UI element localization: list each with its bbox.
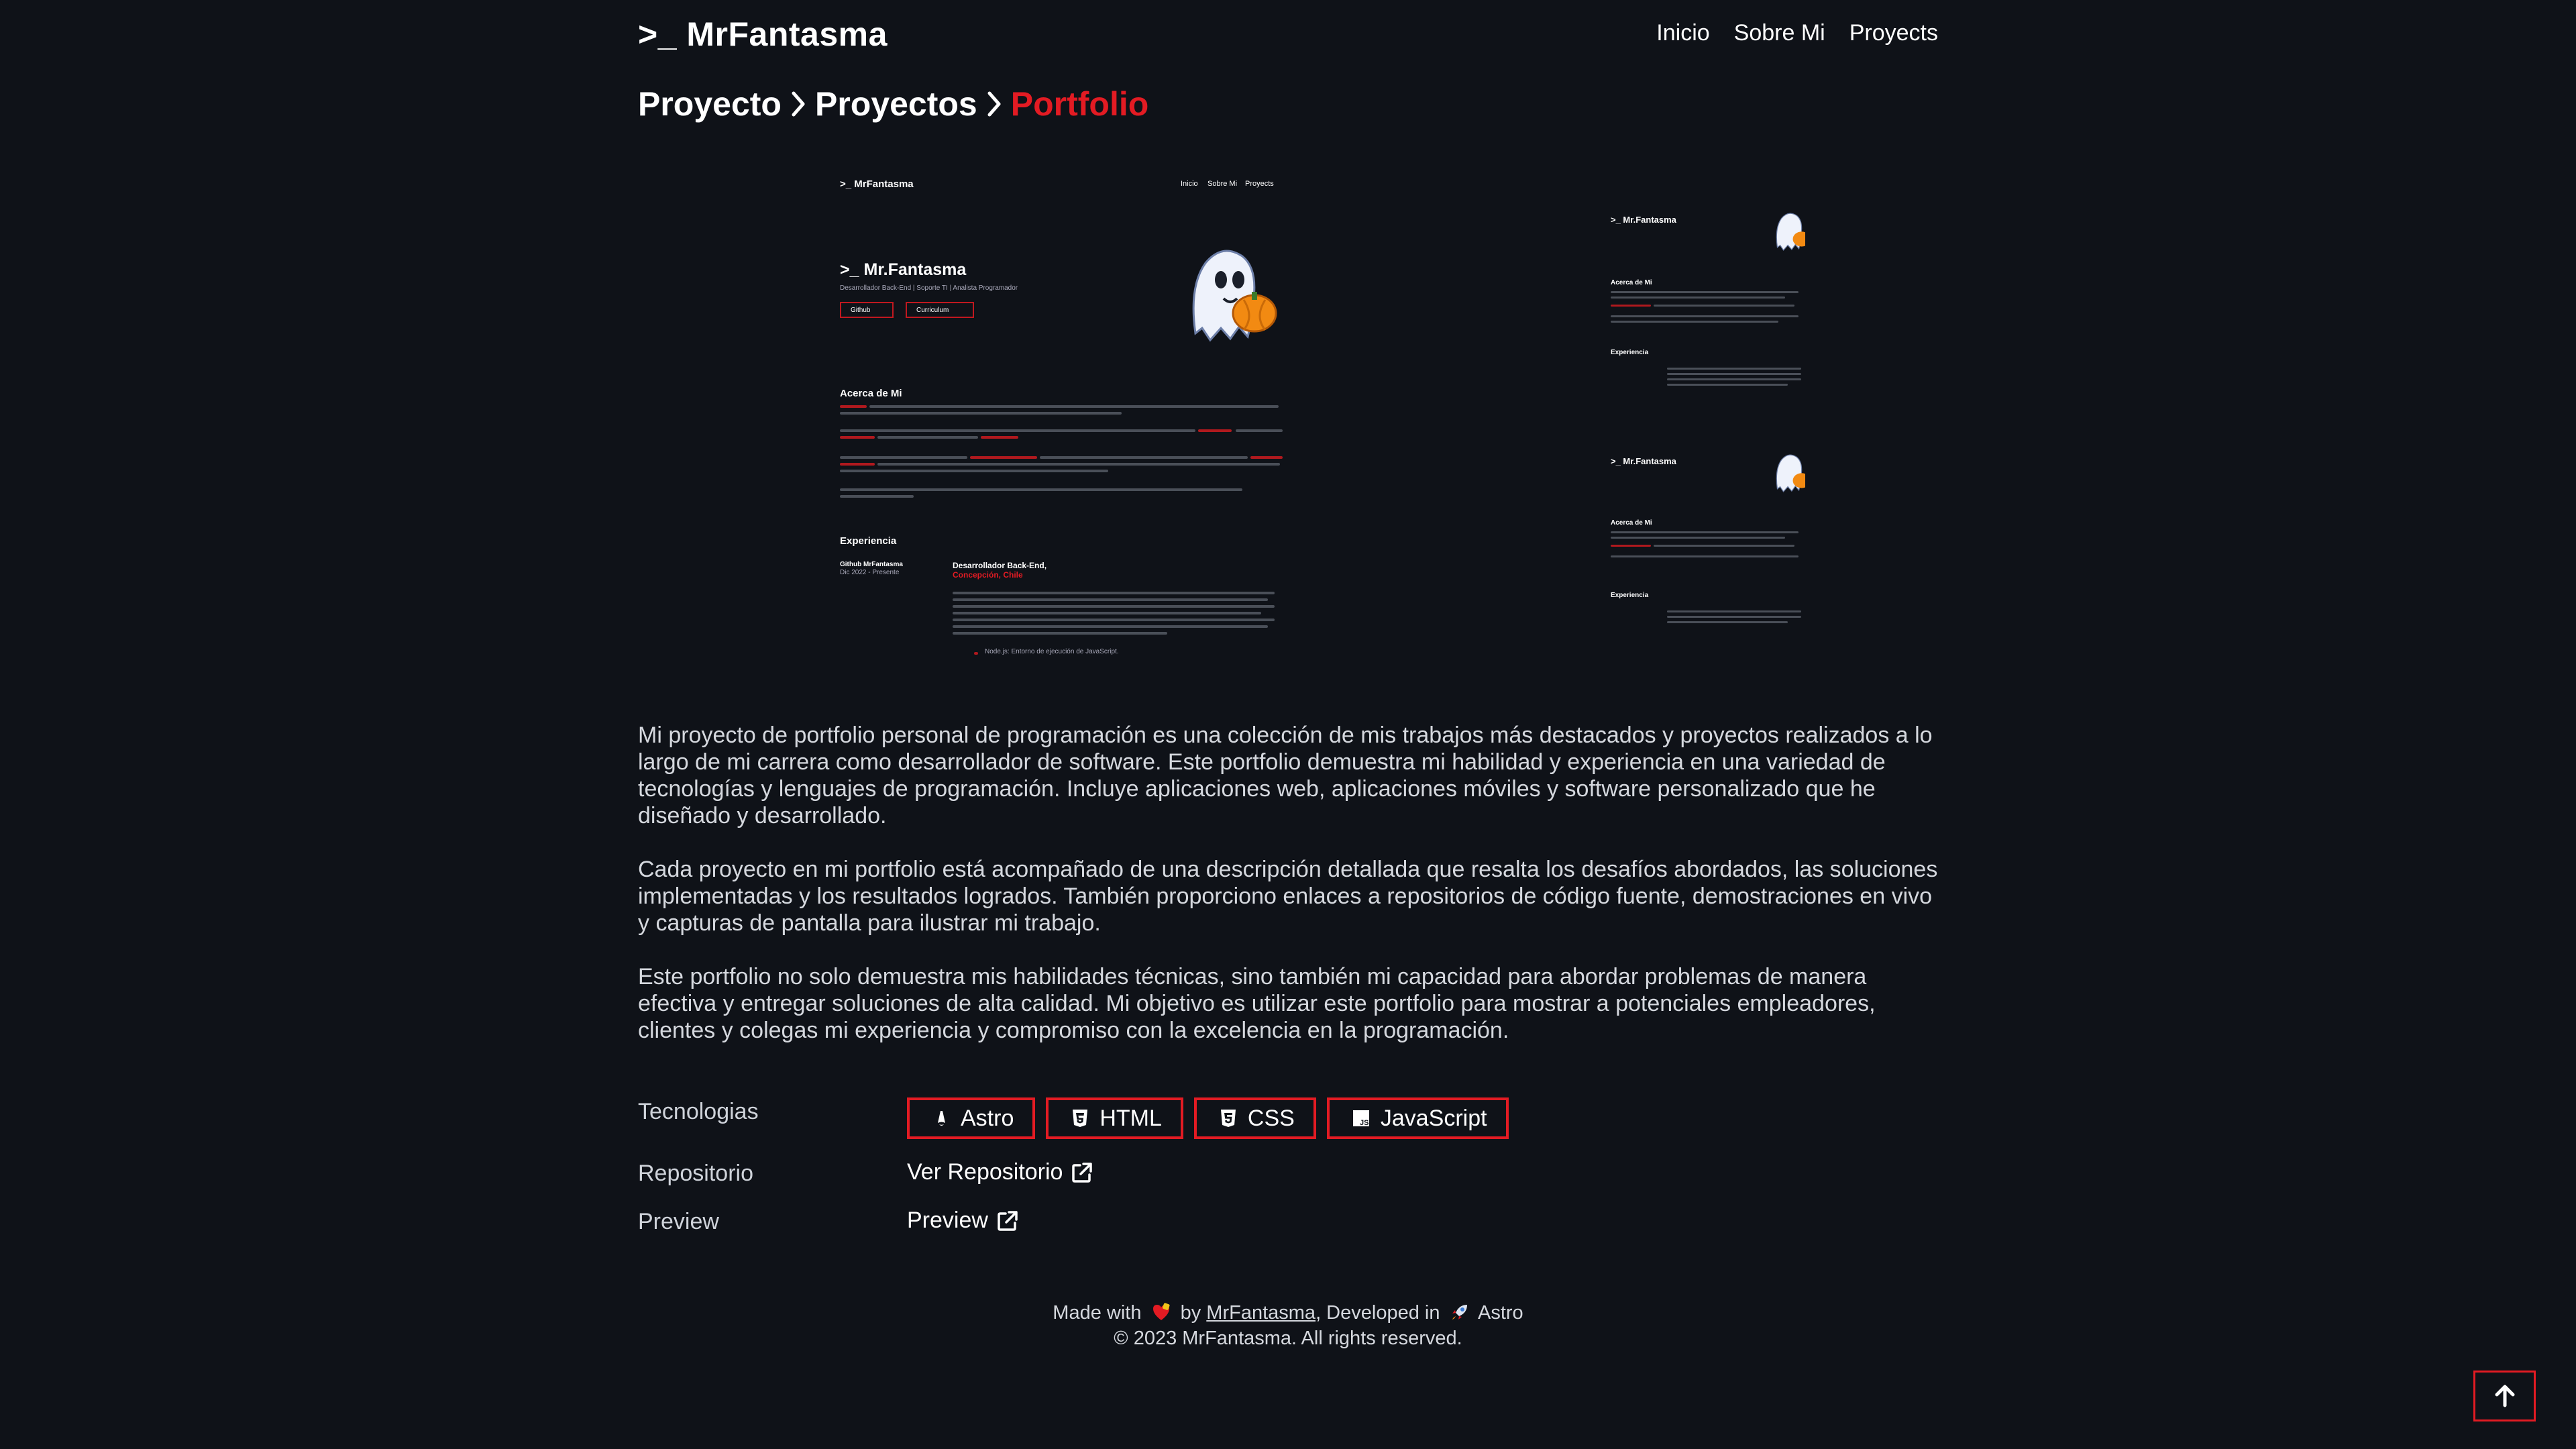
html5-icon <box>1073 1110 1088 1127</box>
site-logo[interactable]: >_ MrFantasma <box>638 15 888 54</box>
preview-role: Desarrollador Back-End, <box>953 561 1047 570</box>
site-header: >_ MrFantasma Inicio Sobre Mi Proyects <box>638 15 1938 55</box>
preview-github-button: Github <box>840 302 894 318</box>
footer-author-link[interactable]: MrFantasma <box>1206 1302 1316 1324</box>
preview-mobile-experience-2: Experiencia <box>1611 592 1649 599</box>
svg-text:JS: JS <box>1360 1119 1368 1127</box>
footer-copyright: © 2023 MrFantasma. All rights reserved. <box>1114 1328 1462 1349</box>
heart-icon <box>1152 1303 1170 1320</box>
description-paragraph: Cada proyecto en mi portfolio está acomp… <box>638 857 1938 936</box>
description-paragraph: Este portfolio no solo demuestra mis hab… <box>638 964 1876 1043</box>
preview-period: Dic 2022 - Presente <box>840 569 900 576</box>
back-to-top-button[interactable] <box>2473 1371 2536 1421</box>
ghost-pumpkin-icon <box>1776 213 1805 251</box>
ghost-pumpkin-icon <box>1776 454 1805 492</box>
preview-experience-title: Experiencia <box>840 535 897 547</box>
javascript-icon: JS <box>1352 1110 1369 1127</box>
preview-name: >_ Mr.Fantasma <box>840 260 967 279</box>
preview-label: Preview <box>638 1209 719 1234</box>
breadcrumb-current: Portfolio <box>1010 85 1149 123</box>
tech-badge-javascript[interactable]: JS JavaScript <box>1326 1097 1509 1139</box>
tech-badge-astro[interactable]: Astro <box>907 1097 1036 1139</box>
preview-mobile-name-1: >_ Mr.Fantasma <box>1611 215 1676 225</box>
preview-mobile-name-2: >_ Mr.Fantasma <box>1611 456 1676 466</box>
preview-nav-inicio: Inicio <box>1181 180 1198 188</box>
description-paragraph: Mi proyecto de portfolio personal de pro… <box>638 722 1933 828</box>
preview-subtitle: Desarrollador Back-End | Soporte TI | An… <box>840 284 1018 292</box>
nav-link-sobre-mi[interactable]: Sobre Mi <box>1734 20 1825 46</box>
breadcrumb-item-proyecto[interactable]: Proyecto <box>638 85 782 123</box>
preview-logo: >_ MrFantasma <box>840 178 914 190</box>
preview-about-title: Acerca de Mi <box>840 388 902 399</box>
preview-link-label: Preview <box>907 1208 988 1233</box>
preview-curriculum-button: Curriculum <box>906 302 974 318</box>
preview-nav-proyects: Proyects <box>1245 180 1274 188</box>
footer-by: by <box>1180 1302 1201 1324</box>
preview-mobile-about-2: Acerca de Mi <box>1611 519 1652 527</box>
repository-link-label: Ver Repositorio <box>907 1159 1063 1185</box>
footer-framework: Astro <box>1478 1302 1523 1324</box>
main-nav: Inicio Sobre Mi Proyects <box>1656 20 1938 46</box>
preview-location: Concepción, Chile <box>953 570 1023 580</box>
tech-label: JavaScript <box>1380 1105 1487 1131</box>
footer-made-with: Made with <box>1053 1302 1142 1324</box>
ghost-pumpkin-icon <box>1192 250 1277 342</box>
footer-credits: Made with by MrFantasma, Developed in As… <box>638 1300 1938 1326</box>
breadcrumb-item-proyectos[interactable]: Proyectos <box>815 85 977 123</box>
site-footer: Made with by MrFantasma, Developed in As… <box>638 1300 1938 1351</box>
preview-nav-sobre-mi: Sobre Mi <box>1208 180 1238 188</box>
astro-icon <box>938 1111 945 1126</box>
repository-link[interactable]: Ver Repositorio <box>907 1159 1093 1185</box>
repository-label: Repositorio <box>638 1161 753 1186</box>
nav-link-proyects[interactable]: Proyects <box>1849 20 1938 46</box>
arrow-up-icon <box>2495 1385 2514 1407</box>
technologies-list: Astro HTML CSS JS JavaScript <box>907 1097 1509 1139</box>
project-description: Mi proyecto de portfolio personal de pro… <box>638 722 1938 1071</box>
nav-link-inicio[interactable]: Inicio <box>1656 20 1709 46</box>
preview-company: Github MrFantasma <box>840 561 903 568</box>
preview-screenshot-mobile: >_ Mr.Fantasma Acerca de Mi Experiencia … <box>1611 173 1805 657</box>
tech-badge-css[interactable]: CSS <box>1193 1097 1316 1139</box>
tech-label: Astro <box>961 1105 1014 1131</box>
chevron-right-icon <box>987 91 1001 117</box>
tech-label: HTML <box>1099 1105 1162 1131</box>
preview-mobile-about-1: Acerca de Mi <box>1611 279 1652 286</box>
css3-icon <box>1220 1110 1236 1127</box>
tech-badge-html[interactable]: HTML <box>1046 1097 1183 1139</box>
technologies-label: Tecnologias <box>638 1099 759 1124</box>
rocket-icon <box>1452 1305 1467 1320</box>
external-link-icon <box>1072 1162 1093 1183</box>
preview-mobile-experience-1: Experiencia <box>1611 349 1649 356</box>
preview-bullet: Node.js: Entorno de ejecución de JavaScr… <box>985 648 1119 655</box>
breadcrumb: Proyecto Proyectos Portfolio <box>638 85 1148 123</box>
preview-screenshot-desktop: >_ MrFantasma Inicio Sobre Mi Proyects >… <box>840 169 1289 665</box>
preview-link[interactable]: Preview <box>907 1208 1019 1234</box>
chevron-right-icon <box>792 91 805 117</box>
external-link-icon <box>998 1210 1018 1231</box>
footer-developed-in: , Developed in <box>1316 1302 1440 1324</box>
tech-label: CSS <box>1247 1105 1295 1131</box>
